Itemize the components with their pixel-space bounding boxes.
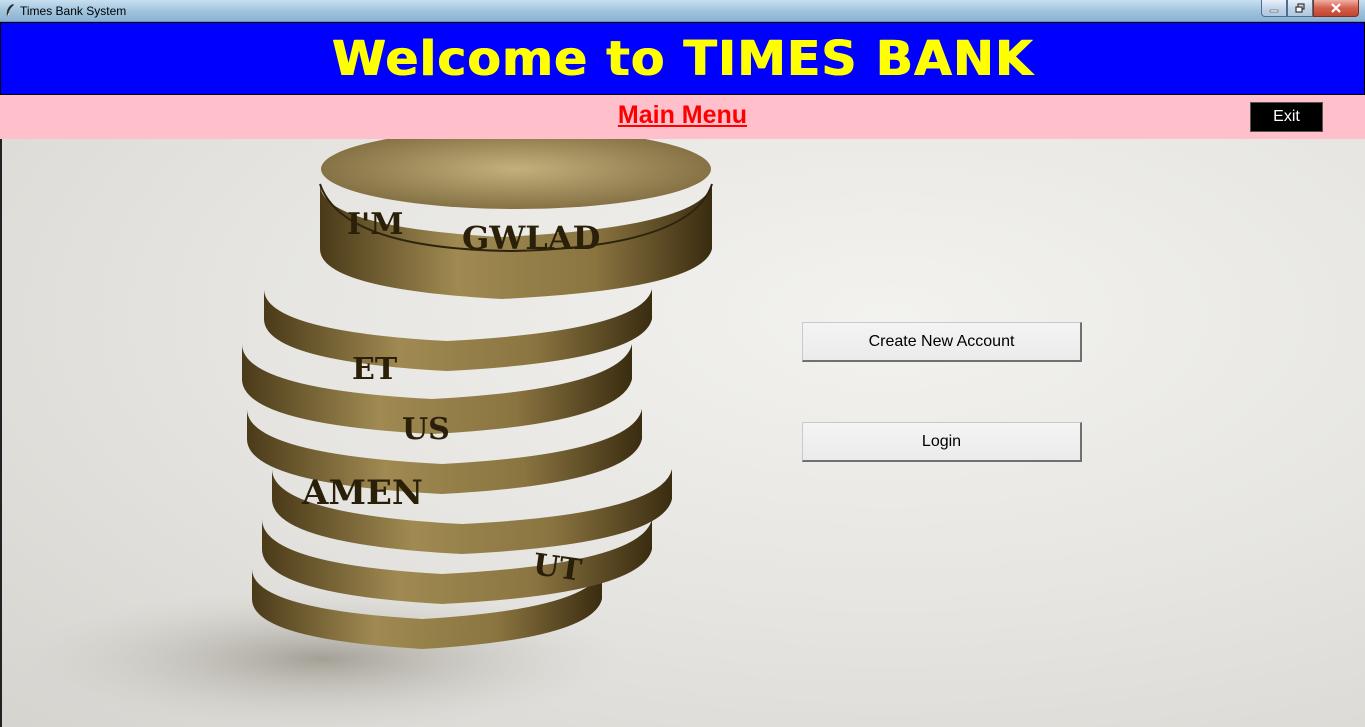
close-icon bbox=[1331, 3, 1341, 13]
window-title-bar[interactable]: Times Bank System bbox=[0, 0, 1365, 22]
welcome-title: Welcome to TIMES BANK bbox=[331, 31, 1034, 87]
login-button[interactable]: Login bbox=[802, 422, 1082, 462]
welcome-header: Welcome to TIMES BANK bbox=[0, 22, 1365, 95]
maximize-button[interactable] bbox=[1287, 0, 1313, 17]
coin-text-et: ET bbox=[352, 352, 398, 387]
window-controls bbox=[1261, 0, 1359, 18]
feather-icon bbox=[6, 4, 14, 18]
minimize-icon bbox=[1269, 9, 1279, 13]
main-panel: I'M GWLAD UT AMEN US ET Create New Accou… bbox=[0, 139, 1365, 727]
coin-text-amen: AMEN bbox=[301, 473, 423, 513]
coin-text-ut: UT bbox=[531, 547, 585, 589]
minimize-button[interactable] bbox=[1261, 0, 1287, 17]
coin-stack-image: I'M GWLAD UT AMEN US ET bbox=[22, 139, 713, 727]
coin-layers bbox=[242, 139, 713, 649]
main-menu-title: Main Menu bbox=[617, 101, 748, 129]
restore-icon bbox=[1295, 3, 1305, 13]
close-button[interactable] bbox=[1313, 0, 1359, 17]
coin-text-us: US bbox=[402, 412, 450, 447]
exit-button[interactable]: Exit bbox=[1250, 102, 1323, 132]
coin-text-gwlad: GWLAD bbox=[462, 219, 600, 257]
coin-text-im: I'M bbox=[347, 207, 403, 242]
window-title: Times Bank System bbox=[20, 4, 127, 18]
menu-bar: Main Menu Exit bbox=[0, 95, 1365, 139]
create-account-button[interactable]: Create New Account bbox=[802, 322, 1082, 362]
